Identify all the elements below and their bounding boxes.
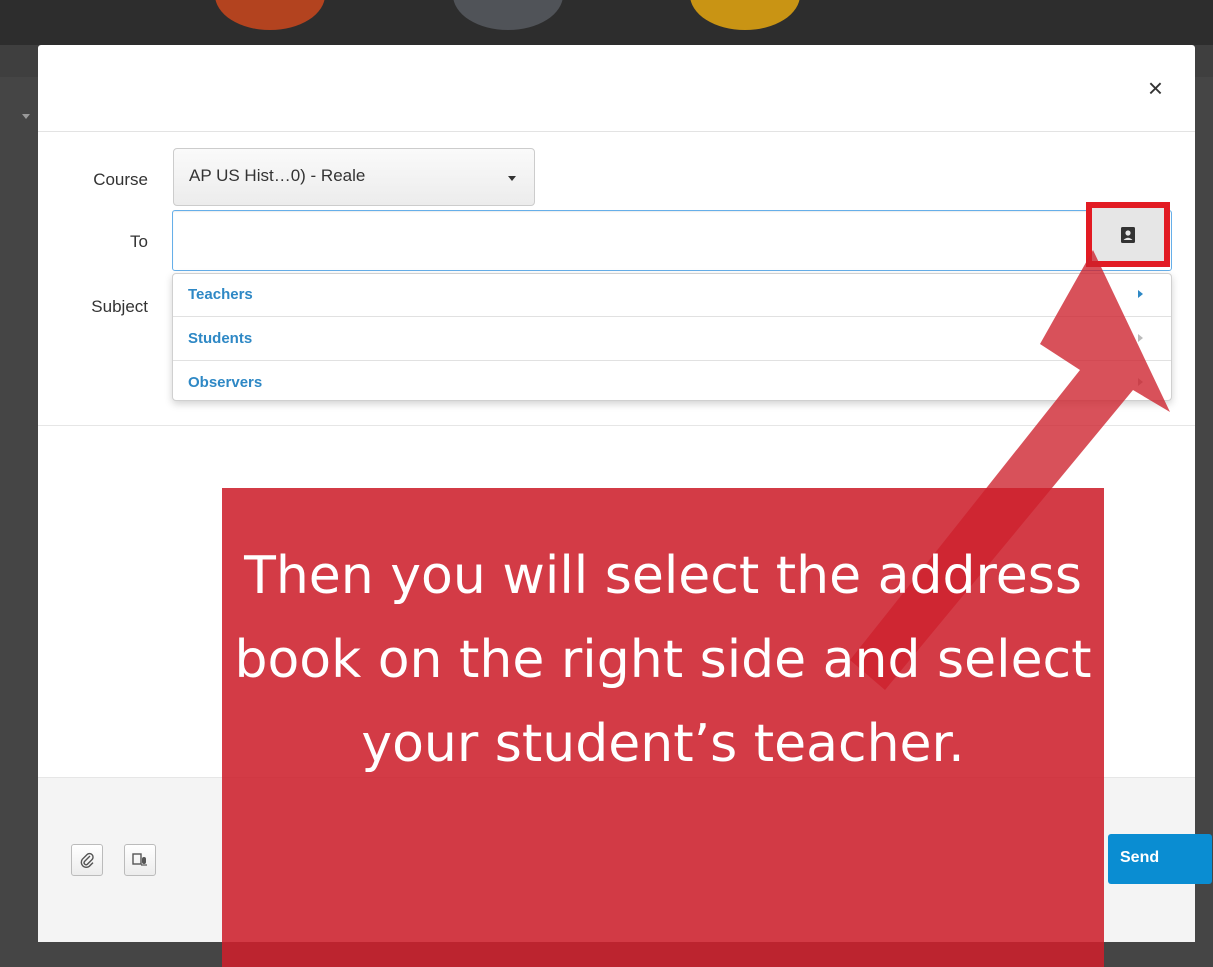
instruction-callout: Then you will select the address book on…	[222, 488, 1104, 967]
